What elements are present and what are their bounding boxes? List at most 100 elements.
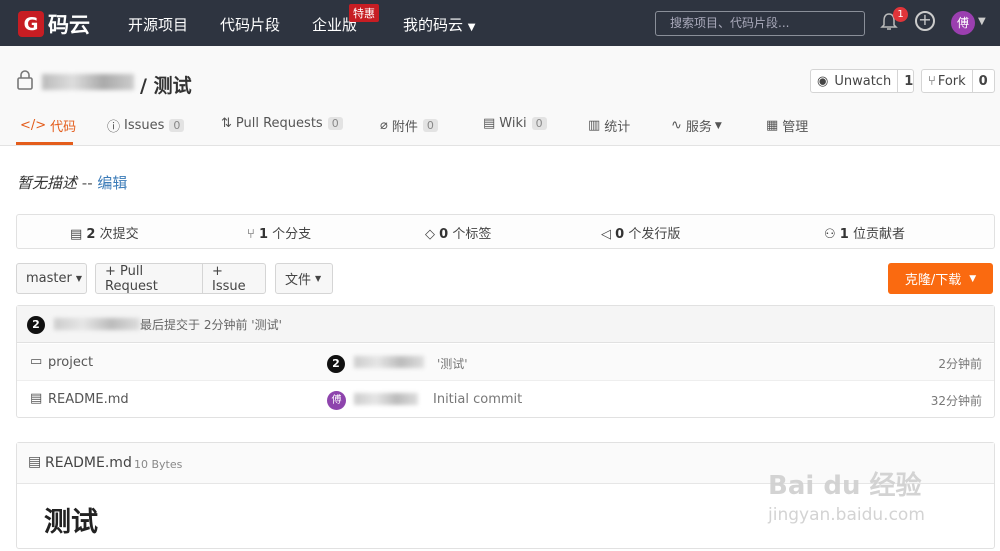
tab-stats[interactable]: ▥ 统计	[588, 116, 630, 135]
tab-wiki[interactable]: ▤ Wiki 0	[483, 116, 547, 131]
logo-text: 码云	[48, 13, 90, 37]
tab-issues[interactable]: ⓘ Issues 0	[107, 116, 185, 135]
annotation-marker: 2	[327, 355, 345, 373]
clone-label: 克隆/下载	[904, 273, 962, 288]
chevron-down-icon[interactable]: ▼	[978, 16, 986, 27]
stat-branches-label: 个分支	[272, 227, 312, 242]
stat-releases[interactable]: ◁ 0 个发行版	[601, 223, 680, 242]
unwatch-button[interactable]: ◉ Unwatch 1	[810, 69, 914, 93]
new-pull-request-button[interactable]: + Pull Request	[95, 263, 203, 294]
tab-code-label: 代码	[50, 120, 77, 135]
chevron-down-icon: ▼	[969, 273, 977, 284]
path-separator: /	[140, 75, 147, 97]
description-separator: --	[81, 174, 93, 192]
readme-heading: 测试	[44, 507, 98, 538]
committer-redacted	[354, 356, 424, 368]
commit-time: 32分钟前	[930, 394, 982, 408]
search-input[interactable]: 搜索项目、代码片段...	[655, 11, 865, 36]
plus-icon[interactable]: +	[915, 11, 935, 31]
branch-label: master	[26, 271, 72, 286]
stat-commits-label: 次提交	[99, 227, 139, 242]
readme-filename[interactable]: README.md	[45, 455, 132, 471]
chevron-down-icon: ▼	[75, 274, 82, 283]
owner-name-redacted[interactable]	[42, 74, 134, 90]
project-title[interactable]: / 测试	[140, 71, 192, 98]
branch-select[interactable]: master ▼	[16, 263, 87, 294]
stat-commits[interactable]: ▤ 2 次提交	[70, 223, 139, 242]
avatar[interactable]: 傅	[327, 391, 346, 410]
tab-pull-requests-label: Pull Requests	[235, 116, 323, 131]
stat-commits-num: 2	[86, 227, 96, 242]
contributors-icon: ⚇	[824, 227, 840, 242]
send-icon: ◁	[601, 227, 616, 242]
commit-message[interactable]: '测试'	[437, 355, 468, 372]
tab-stats-label: 统计	[604, 120, 631, 135]
fork-icon: ⑂	[928, 73, 936, 89]
tab-wiki-label: Wiki	[499, 116, 527, 131]
paperclip-icon: ⌀	[380, 118, 388, 133]
commit-time: 2分钟前	[938, 357, 982, 371]
project-description: 暂无描述 -- 编辑	[17, 172, 127, 193]
user-avatar[interactable]: 傅	[951, 11, 975, 35]
list-item[interactable]: ▭ project 2 '测试' 2分钟前	[17, 344, 994, 381]
hot-badge: 特惠	[349, 4, 379, 22]
annotation-marker: 2	[27, 316, 45, 334]
stat-branches[interactable]: ⑂ 1 个分支	[247, 223, 311, 242]
nav-code-snippets[interactable]: 代码片段	[220, 14, 280, 35]
stat-contributors-num: 1	[839, 227, 849, 242]
document-icon: ▦	[766, 118, 779, 133]
nav-my-gitee[interactable]: 我的码云 ▼	[403, 14, 476, 35]
tab-issues-label: Issues	[124, 118, 165, 133]
chevron-down-icon: ▼	[714, 120, 722, 131]
notification-count: 1	[893, 7, 908, 22]
stat-releases-num: 0	[615, 227, 625, 242]
book-icon: ▤	[483, 116, 496, 131]
bar-chart-icon: ▥	[588, 118, 601, 133]
info-icon: ⓘ	[107, 120, 121, 135]
tab-attachments[interactable]: ⌀ 附件 0	[380, 116, 438, 135]
nav-my-gitee-label: 我的码云	[403, 16, 464, 34]
file-name[interactable]: project	[48, 355, 93, 370]
commit-message[interactable]: Initial commit	[433, 392, 522, 407]
readme-size: 10 Bytes	[134, 458, 183, 471]
stat-tags-label: 个标签	[452, 227, 492, 242]
stat-branches-num: 1	[258, 227, 268, 242]
committer-redacted	[354, 393, 418, 405]
files-label: 文件	[285, 273, 312, 288]
commit-icon: ▤	[70, 227, 87, 242]
committer-redacted	[54, 318, 140, 330]
pulse-icon: ∿	[671, 118, 682, 133]
tab-pull-requests-count: 0	[327, 117, 343, 130]
fork-button[interactable]: ⑂ Fork 0	[921, 69, 995, 93]
new-issue-button[interactable]: + Issue	[202, 263, 266, 294]
fork-label: Fork	[937, 73, 966, 89]
logo[interactable]: G 码云	[18, 9, 90, 39]
tab-manage[interactable]: ▦ 管理	[766, 116, 808, 135]
watch-count: 1	[897, 70, 919, 92]
project-name: 测试	[153, 75, 192, 97]
file-icon: ▤	[30, 391, 43, 406]
tab-code[interactable]: </> 代码	[20, 116, 76, 135]
files-menu-button[interactable]: 文件 ▼	[275, 263, 333, 294]
code-icon: </>	[20, 118, 47, 133]
folder-icon: ▭	[30, 354, 43, 369]
top-nav: G 码云 开源项目 代码片段 企业版 特惠 我的码云 ▼ 搜索项目、代码片段..…	[0, 0, 1000, 46]
list-item[interactable]: ▤ README.md 傅 Initial commit 32分钟前	[17, 381, 994, 418]
stat-tags-num: 0	[439, 227, 449, 242]
tag-icon: ◇	[425, 227, 440, 242]
branch-icon: ⑂	[247, 227, 259, 242]
nav-open-source[interactable]: 开源项目	[128, 14, 188, 35]
clone-download-button[interactable]: 克隆/下载 ▼	[888, 263, 993, 294]
stat-contributors[interactable]: ⚇ 1 位贡献者	[824, 223, 905, 242]
tab-services[interactable]: ∿ 服务 ▼	[671, 116, 722, 135]
stat-contributors-label: 位贡献者	[852, 227, 905, 242]
watermark-brand: Bai du 经验	[768, 471, 922, 501]
stat-tags[interactable]: ◇ 0 个标签	[425, 223, 491, 242]
chevron-down-icon: ▼	[467, 22, 476, 33]
eye-icon: ◉	[817, 73, 829, 89]
last-commit-text[interactable]: 最后提交于 2分钟前 '测试'	[140, 316, 282, 333]
tab-pull-requests[interactable]: ⇅ Pull Requests 0	[221, 116, 343, 131]
file-name[interactable]: README.md	[48, 392, 129, 407]
unwatch-label: Unwatch	[834, 73, 892, 89]
edit-description-link[interactable]: 编辑	[97, 174, 127, 192]
